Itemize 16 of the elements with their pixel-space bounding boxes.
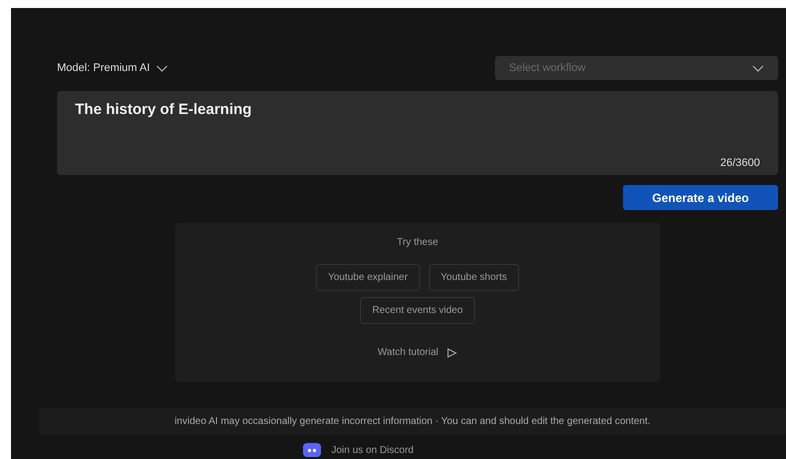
workflow-select[interactable]: Select workflow [495,56,778,80]
prompt-field[interactable]: The history of E-learning 26/3600 [57,91,778,175]
chevron-down-icon [752,65,764,72]
suggestion-chip[interactable]: Youtube shorts [428,264,520,291]
character-counter: 26/3600 [720,157,760,169]
suggestions-title: Try these [396,237,438,248]
generate-button[interactable]: Generate a video [623,185,778,210]
discord-icon [303,443,322,457]
suggestion-chip[interactable]: Youtube explainer [316,264,420,291]
disclaimer-text: invideo AI may occasionally generate incorrect information · You can and should edit the generated content. [174,416,650,427]
discord-link[interactable]: Join us on Discord [331,444,414,456]
model-dropdown[interactable]: Model: Premium AI [57,62,168,74]
chevron-down-icon [156,64,168,72]
watch-tutorial-link[interactable]: Watch tutorial [372,346,464,359]
suggestion-chip[interactable]: Recent events video [360,297,475,324]
play-icon [447,348,458,358]
